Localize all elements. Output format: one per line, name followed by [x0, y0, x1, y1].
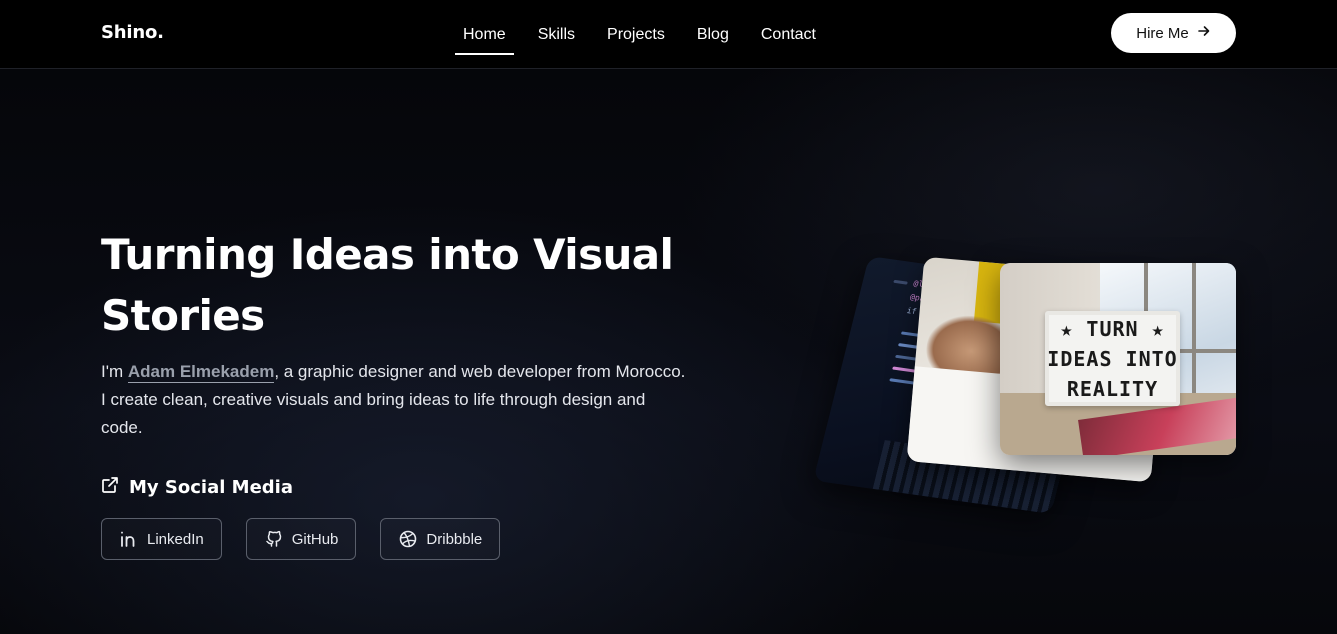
github-icon: [264, 529, 284, 549]
hero-title: Turning Ideas into Visual Stories: [101, 230, 674, 340]
nav-blog[interactable]: Blog: [697, 20, 729, 50]
social-links: LinkedIn GitHub Dribbble: [101, 518, 501, 560]
external-link-icon: [101, 476, 119, 499]
intro-prefix: I'm: [101, 362, 128, 381]
social-heading-label: My Social Media: [129, 477, 293, 498]
lightbox-line-1: ★ TURN ★: [1060, 316, 1165, 341]
arrow-right-icon: [1197, 24, 1211, 42]
lightbox-line-2: IDEAS INTO: [1047, 346, 1178, 371]
github-label: GitHub: [291, 530, 339, 548]
dribbble-button[interactable]: Dribbble: [380, 518, 501, 560]
hero-description: I'm Adam Elmekadem, a graphic designer a…: [101, 358, 691, 442]
nav-skills[interactable]: Skills: [538, 20, 575, 50]
nav-contact[interactable]: Contact: [761, 20, 816, 50]
hire-me-button[interactable]: Hire Me: [1111, 13, 1236, 53]
site-logo[interactable]: Shino.: [101, 22, 164, 43]
main-nav: Home Skills Projects Blog Contact: [455, 0, 848, 69]
author-name-link[interactable]: Adam Elmekadem: [127, 362, 275, 383]
site-header: Shino. Home Skills Projects Blog Contact…: [0, 0, 1337, 69]
nav-home[interactable]: Home: [455, 20, 514, 55]
lightbox-sign: ★ TURN ★ IDEAS INTO REALITY: [1045, 311, 1180, 406]
linkedin-icon: [119, 529, 139, 549]
linkedin-button[interactable]: LinkedIn: [101, 518, 222, 560]
social-heading: My Social Media: [101, 476, 293, 499]
lightbox-photo: ★ TURN ★ IDEAS INTO REALITY: [1000, 263, 1236, 455]
dribbble-icon: [398, 529, 418, 549]
hire-me-label: Hire Me: [1136, 24, 1189, 42]
linkedin-label: LinkedIn: [147, 530, 204, 548]
github-button[interactable]: GitHub: [245, 518, 357, 560]
lightbox-line-3: REALITY: [1066, 376, 1159, 401]
code-gutter-line: [893, 279, 908, 285]
image-showcase: @link hr @package if ( ! fun ★ TURN ★ ID…: [810, 255, 1250, 525]
nav-projects[interactable]: Projects: [607, 20, 665, 50]
dribbble-label: Dribbble: [426, 530, 483, 548]
